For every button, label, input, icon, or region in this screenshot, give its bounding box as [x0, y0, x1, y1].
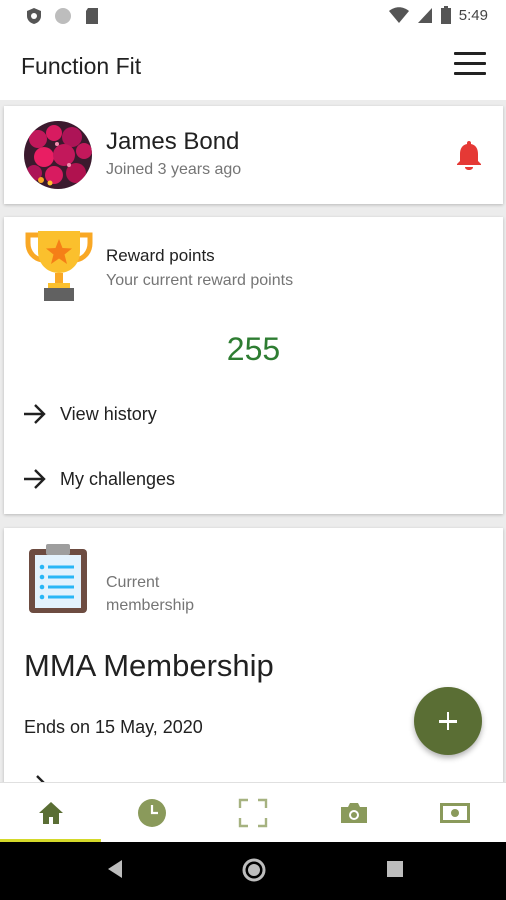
membership-end-date: Ends on 15 May, 2020	[24, 717, 203, 737]
view-history-label: View history	[60, 403, 157, 424]
membership-label: Current membership	[106, 574, 195, 614]
bottom-navigation	[0, 782, 506, 842]
app-bar: Function Fit	[0, 32, 506, 100]
recent-apps-icon[interactable]	[385, 857, 405, 881]
shield-status-icon	[27, 8, 41, 24]
nav-history[interactable]	[101, 783, 202, 843]
scan-icon	[238, 798, 267, 828]
user-name: James Bond	[106, 128, 240, 155]
status-time: 5:49	[458, 6, 488, 24]
battery-icon	[440, 6, 451, 24]
reward-title: Reward points	[106, 246, 215, 265]
wifi-icon	[388, 7, 409, 23]
money-icon	[439, 803, 470, 823]
clipboard-icon	[29, 544, 87, 613]
status-bar: 5:49	[0, 0, 506, 32]
bell-icon[interactable]	[455, 139, 483, 171]
profile-card[interactable]: James Bond Joined 3 years ago	[4, 106, 503, 204]
my-challenges-link[interactable]: My challenges	[22, 468, 175, 490]
nav-camera[interactable]	[303, 783, 404, 843]
system-navigation-bar	[0, 842, 506, 900]
arrow-right-icon	[24, 404, 46, 424]
membership-card: Current membership MMA Membership Ends o…	[4, 528, 503, 795]
nav-scan[interactable]	[202, 783, 303, 843]
add-button[interactable]	[414, 687, 482, 755]
history-icon	[137, 799, 166, 827]
view-history-link[interactable]: View history	[22, 403, 157, 425]
app-title: Function Fit	[21, 53, 142, 79]
sd-card-status-icon	[86, 8, 98, 24]
home-circle-icon[interactable]	[241, 857, 267, 883]
nav-money[interactable]	[404, 783, 505, 843]
camera-icon	[340, 803, 367, 823]
back-icon[interactable]	[104, 857, 124, 881]
circle-status-icon	[55, 8, 71, 24]
rewards-card: Reward points Your current reward points…	[4, 217, 503, 514]
user-joined: Joined 3 years ago	[106, 161, 242, 178]
menu-icon[interactable]	[454, 52, 488, 78]
signal-icon	[417, 8, 432, 23]
home-icon	[38, 802, 63, 824]
arrow-right-icon	[24, 469, 46, 489]
my-challenges-label: My challenges	[60, 468, 176, 489]
reward-subtitle: Your current reward points	[106, 272, 294, 289]
reward-points-value: 255	[226, 331, 281, 367]
trophy-icon	[25, 231, 93, 301]
nav-home[interactable]	[0, 783, 101, 843]
avatar[interactable]	[24, 121, 92, 189]
membership-name: MMA Membership	[24, 648, 274, 683]
